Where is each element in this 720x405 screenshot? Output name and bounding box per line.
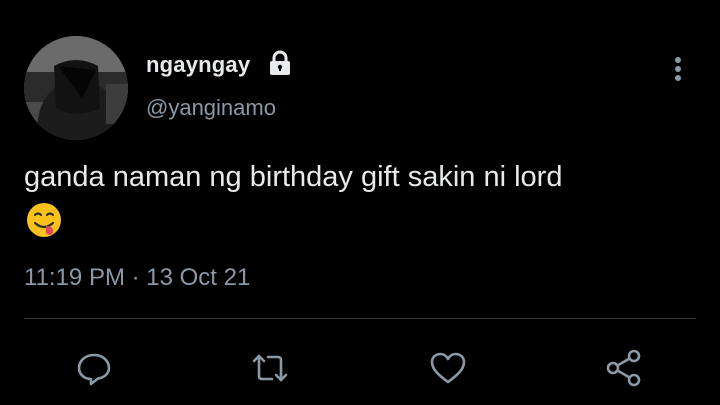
avatar[interactable]	[24, 36, 128, 140]
share-icon[interactable]	[604, 348, 644, 388]
tweet-text: ganda naman ng birthday gift sakin ni lo…	[24, 161, 563, 193]
tweet-timestamp[interactable]: 11:19 PM · 13 Oct 21	[24, 264, 250, 292]
display-name[interactable]: ngayngay	[146, 52, 250, 78]
heart-icon[interactable]	[428, 348, 468, 388]
lock-icon	[266, 49, 294, 77]
face-savoring-food-emoji	[24, 200, 64, 240]
divider	[24, 318, 696, 319]
comment-icon[interactable]	[74, 348, 114, 388]
retweet-icon[interactable]	[250, 348, 290, 388]
user-handle[interactable]: @yanginamo	[146, 95, 276, 121]
tweet-detail: ngayngay @yanginamo ganda naman ng birth…	[0, 0, 720, 405]
more-vertical-icon[interactable]	[668, 54, 688, 86]
avatar-image	[24, 36, 128, 140]
